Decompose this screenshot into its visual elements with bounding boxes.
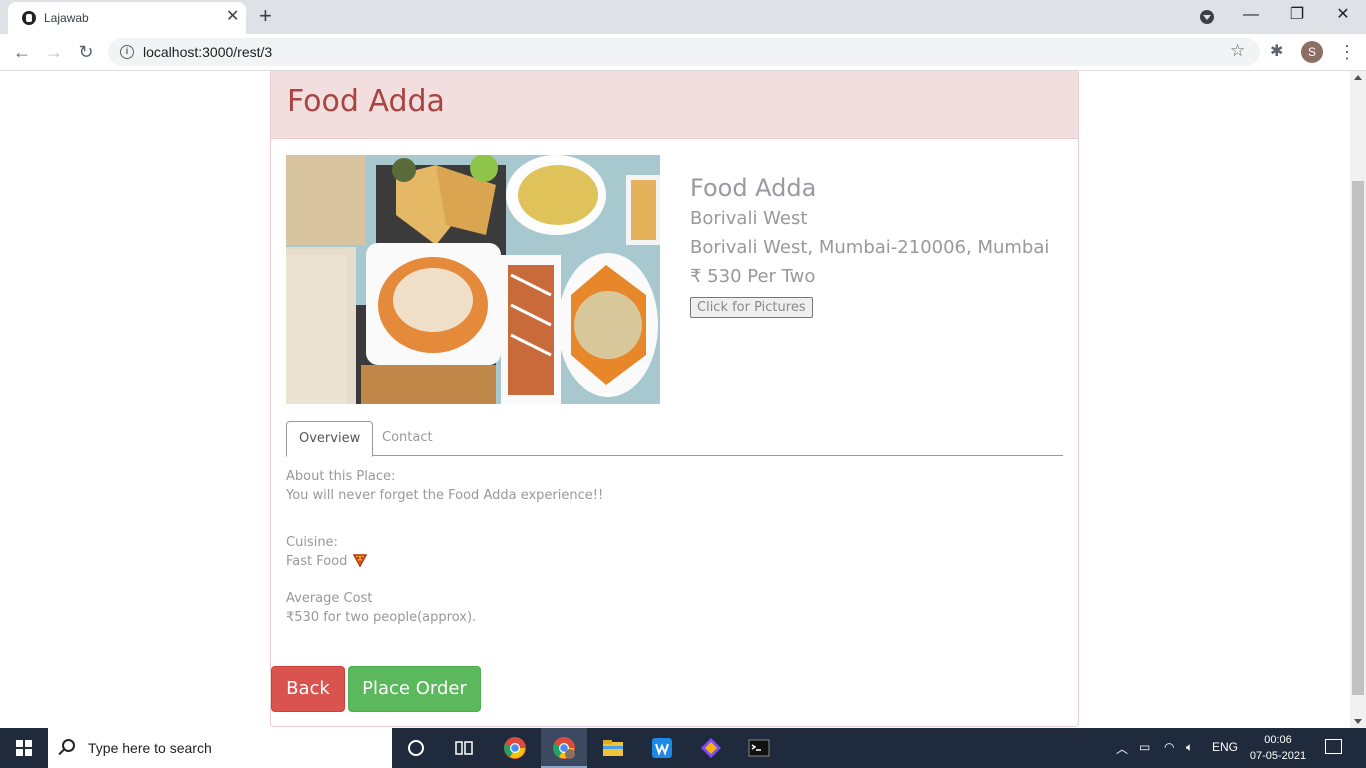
restaurant-info: Food Adda Borivali West Borivali West, M… bbox=[690, 173, 1049, 318]
chrome-icon[interactable] bbox=[503, 736, 527, 760]
cuisine-section: Cuisine: Fast Food bbox=[286, 533, 603, 571]
terminal-icon[interactable] bbox=[747, 736, 771, 760]
language-indicator[interactable]: ENG bbox=[1212, 740, 1238, 754]
average-cost-section: Average Cost ₹530 for two people(approx)… bbox=[286, 589, 603, 627]
cuisine-row: Fast Food bbox=[286, 552, 603, 571]
avg-text: ₹530 for two people(approx). bbox=[286, 610, 477, 625]
restaurant-image bbox=[286, 155, 660, 404]
search-placeholder: Type here to search bbox=[88, 740, 212, 756]
show-hidden-icons-icon[interactable]: ︿ bbox=[1116, 740, 1128, 757]
forward-arrow-icon[interactable]: → bbox=[42, 40, 66, 64]
restaurant-locality: Borivali West bbox=[690, 208, 808, 229]
notification-icon[interactable] bbox=[1325, 739, 1342, 754]
chrome-profile-icon bbox=[553, 737, 575, 759]
cuisine-heading: Cuisine: bbox=[286, 535, 338, 550]
site-info-icon[interactable]: i bbox=[120, 45, 134, 59]
dev-tool-icon[interactable] bbox=[699, 736, 723, 760]
avg-heading: Average Cost bbox=[286, 591, 373, 606]
wifi-icon[interactable]: ◠ bbox=[1164, 740, 1174, 754]
browser-tab[interactable]: Lajawab ✕ bbox=[8, 2, 246, 34]
detail-tabs: Overview Contact bbox=[286, 421, 1063, 457]
about-heading: About this Place: bbox=[286, 469, 396, 484]
address-bar[interactable]: i localhost:3000/rest/3 ☆ bbox=[108, 38, 1260, 66]
browser-toolbar: ← → ↻ i localhost:3000/rest/3 ☆ ✱ S ⋮ bbox=[0, 34, 1366, 71]
minimize-icon[interactable]: — bbox=[1228, 4, 1274, 26]
tab-overview[interactable]: Overview bbox=[286, 421, 374, 457]
place-order-button[interactable]: Place Order bbox=[348, 666, 481, 712]
tab-title: Lajawab bbox=[44, 11, 89, 25]
profile-avatar[interactable]: S bbox=[1301, 41, 1323, 63]
clock-time: 00:06 bbox=[1264, 734, 1292, 746]
github-favicon-icon bbox=[22, 11, 36, 25]
task-view-icon[interactable] bbox=[452, 736, 476, 760]
page-viewport: Food Adda Food Adda Borivali West Boriva… bbox=[0, 71, 1350, 728]
pizza-icon bbox=[353, 554, 368, 567]
tab-contact[interactable]: Contact bbox=[370, 421, 445, 456]
restaurant-address: Borivali West, Mumbai-210006, Mumbai bbox=[690, 237, 1050, 258]
page-scrollbar[interactable] bbox=[1350, 71, 1366, 728]
browser-menu-icon[interactable]: ⋮ bbox=[1338, 40, 1356, 64]
battery-icon[interactable]: ▭ bbox=[1139, 740, 1150, 754]
wps-office-icon[interactable] bbox=[650, 736, 674, 760]
food-platter-image bbox=[286, 155, 660, 404]
close-window-icon[interactable]: ✕ bbox=[1320, 4, 1366, 26]
restaurant-cost: ₹ 530 Per Two bbox=[690, 266, 816, 287]
scroll-down-icon[interactable] bbox=[1354, 719, 1362, 724]
clock-date: 07-05-2021 bbox=[1249, 750, 1307, 762]
about-text: You will never forget the Food Adda expe… bbox=[286, 488, 604, 503]
new-tab-icon[interactable]: + bbox=[259, 4, 272, 28]
restaurant-panel: Food Adda Food Adda Borivali West Boriva… bbox=[270, 71, 1079, 727]
back-arrow-icon[interactable]: ← bbox=[10, 40, 34, 64]
windows-start-icon[interactable] bbox=[16, 740, 32, 756]
browser-tab-strip: Lajawab ✕ + — ❐ ✕ bbox=[0, 0, 1366, 34]
reload-icon[interactable]: ↻ bbox=[74, 40, 98, 64]
cuisine-text: Fast Food bbox=[286, 554, 348, 569]
restore-icon[interactable]: ❐ bbox=[1274, 4, 1320, 26]
active-chrome-window[interactable] bbox=[541, 728, 587, 768]
back-button[interactable]: Back bbox=[271, 666, 345, 712]
page-title: Food Adda bbox=[287, 84, 445, 119]
url-text[interactable]: localhost:3000/rest/3 bbox=[143, 44, 272, 60]
extensions-icon[interactable]: ✱ bbox=[1270, 41, 1283, 61]
panel-heading: Food Adda bbox=[271, 71, 1078, 139]
cortana-icon[interactable] bbox=[404, 736, 428, 760]
scroll-thumb[interactable] bbox=[1352, 181, 1364, 695]
about-section: About this Place: You will never forget … bbox=[286, 467, 603, 505]
scroll-up-icon[interactable] bbox=[1354, 75, 1362, 80]
search-icon bbox=[62, 739, 75, 752]
bookmark-star-icon[interactable]: ☆ bbox=[1230, 41, 1245, 61]
taskbar-search-input[interactable]: Type here to search bbox=[48, 728, 392, 768]
close-tab-icon[interactable]: ✕ bbox=[226, 9, 239, 25]
file-explorer-icon[interactable] bbox=[601, 736, 625, 760]
restaurant-name: Food Adda bbox=[690, 174, 817, 202]
pictures-button[interactable]: Click for Pictures bbox=[690, 297, 813, 318]
overview-content: About this Place: You will never forget … bbox=[286, 467, 603, 655]
tab-search-icon[interactable] bbox=[1200, 10, 1214, 24]
volume-icon[interactable]: 🔈︎ bbox=[1186, 740, 1193, 755]
windows-taskbar: Type here to search ︿ ▭ ◠ 🔈︎ ENG 00:06 0… bbox=[0, 728, 1366, 768]
system-clock[interactable]: 00:06 07-05-2021 bbox=[1248, 732, 1308, 764]
